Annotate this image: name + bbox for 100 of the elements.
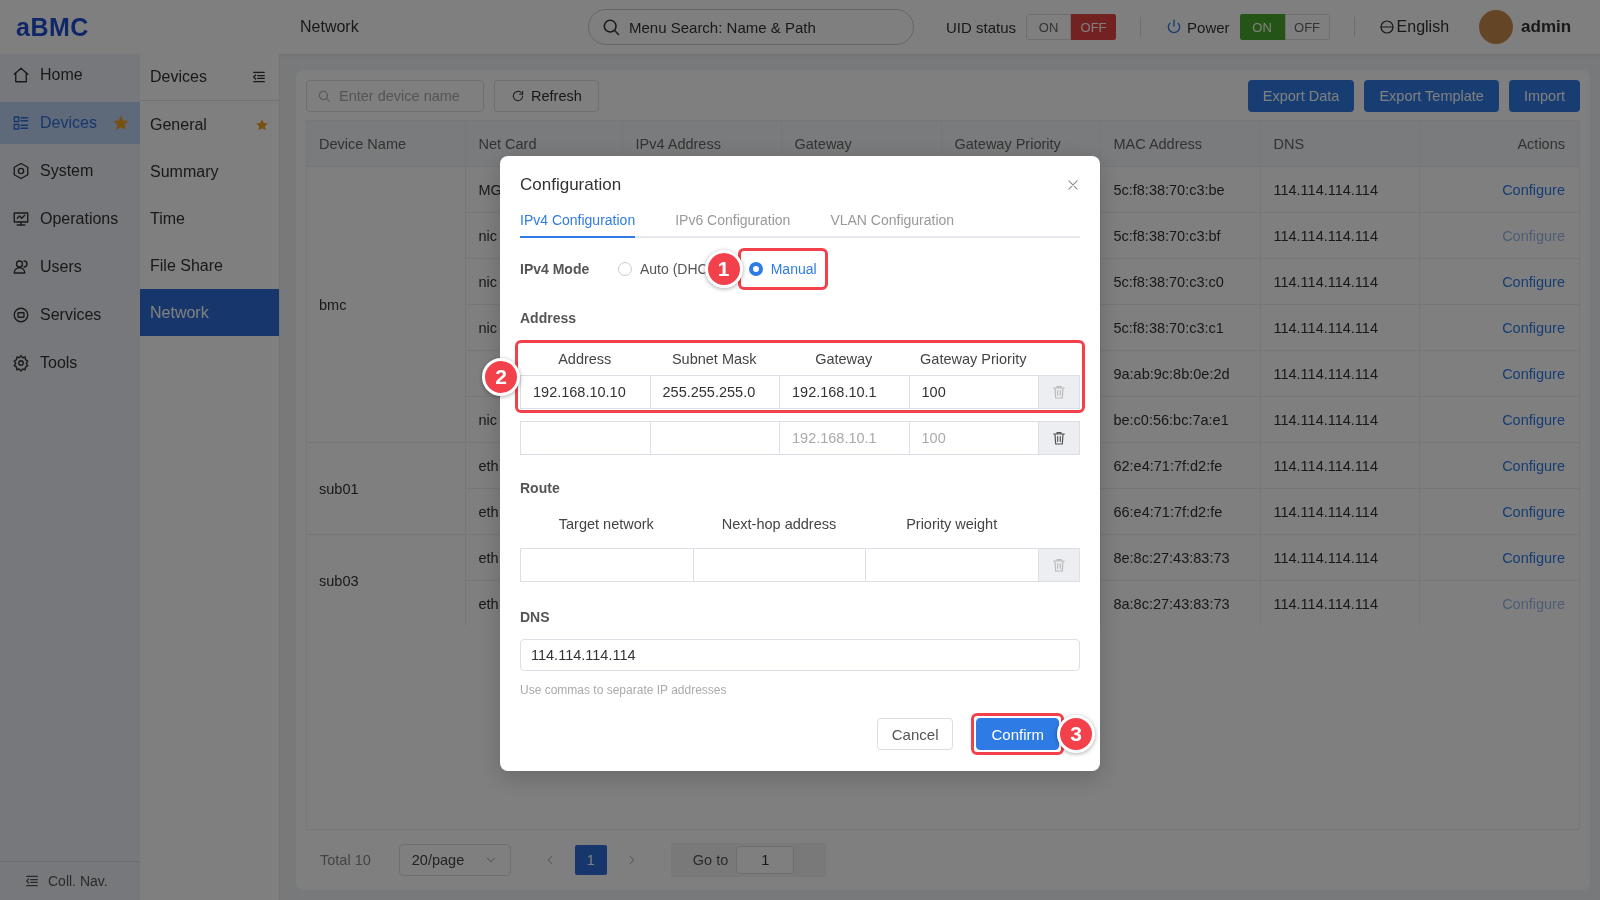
table-cell: 114.114.114.114 (1260, 166, 1420, 213)
subnav-item[interactable]: General (140, 101, 279, 148)
page-number[interactable]: 1 (574, 845, 607, 875)
search-icon (601, 17, 621, 37)
toggle-option[interactable]: OFF (1284, 14, 1330, 40)
nav-item[interactable]: System (0, 150, 140, 192)
column-header: Priority weight (905, 515, 999, 534)
trash-icon (1051, 430, 1067, 446)
configure-link[interactable]: Configure (1502, 181, 1565, 198)
table-cell: bmc (307, 166, 466, 443)
nav-icon (12, 258, 30, 276)
toggle-option[interactable]: OFF (1071, 14, 1117, 40)
input-field[interactable]: 192.168.10.1 (779, 375, 910, 409)
configure-link[interactable]: Configure (1502, 365, 1565, 382)
nav-icon (12, 354, 30, 372)
table-cell: sub01 (307, 442, 466, 535)
configure-link[interactable]: Configure (1502, 549, 1565, 566)
configure-link[interactable]: Configure (1502, 457, 1565, 474)
dialog-tab[interactable]: IPv4 Configuration (520, 208, 636, 238)
column-header: MAC Address (1100, 121, 1261, 167)
subnav-item[interactable]: File Share (140, 242, 279, 289)
table-cell: 114.114.114.114 (1260, 350, 1420, 397)
page-title: Network (300, 18, 360, 36)
input-field[interactable]: 100 (908, 375, 1039, 409)
table-cell: 114.114.114.114 (1260, 534, 1420, 581)
table-cell: sub03 (307, 534, 466, 626)
dialog-tab[interactable]: IPv6 Configuration (675, 208, 791, 238)
nav-item[interactable]: Services (0, 294, 140, 336)
nav-item[interactable]: Tools (0, 342, 140, 384)
subnav-item[interactable]: Time (140, 195, 279, 242)
input-field[interactable]: 192.168.10.1 (779, 421, 910, 455)
input-field[interactable] (520, 548, 694, 582)
table-cell: 114.114.114.114 (1260, 212, 1420, 259)
subnav-item[interactable]: Network (140, 289, 279, 336)
dns-field[interactable]: 114.114.114.114 (520, 639, 1080, 671)
nav-item[interactable]: Devices (0, 102, 140, 144)
toggle-label: UID status (946, 18, 1017, 36)
column-header: Next-hop address (720, 515, 838, 534)
table-cell: 114.114.114.114 (1260, 580, 1420, 626)
table-cell: 114.114.114.114 (1260, 396, 1420, 443)
globe-icon (1378, 19, 1395, 35)
column-header: Subnet Mask (670, 350, 758, 369)
configure-link[interactable]: Configure (1502, 503, 1565, 520)
input-field[interactable]: 100 (908, 421, 1039, 455)
toolbar-button[interactable]: Import (1508, 80, 1580, 112)
page-size-select[interactable]: 20/page (398, 844, 511, 876)
configure-link[interactable]: Configure (1502, 319, 1565, 336)
page-input[interactable]: 1 (736, 846, 795, 874)
nav-item[interactable]: Home (0, 54, 140, 96)
nav-icon (12, 162, 30, 180)
radio-option[interactable]: Manual (742, 253, 823, 285)
refresh-icon (511, 89, 525, 103)
column-header: Address (557, 350, 613, 369)
configure-link[interactable]: Configure (1502, 411, 1565, 428)
language-label[interactable]: English (1396, 18, 1450, 36)
nav-icon (12, 306, 30, 324)
input-field[interactable]: 255.255.255.0 (649, 375, 780, 409)
hint-text: Use commas to separate IP addresses (520, 683, 728, 697)
collapse-icon (24, 873, 40, 889)
input-field[interactable] (520, 421, 651, 455)
nav-icon (12, 66, 30, 84)
refresh-button[interactable]: Refresh (494, 80, 599, 112)
toggle-option[interactable]: ON (1026, 14, 1072, 40)
total-count: Total 10 (320, 852, 371, 868)
section-title: DNS (520, 609, 551, 625)
input-field[interactable] (865, 548, 1039, 582)
column-header: Gateway (814, 350, 874, 369)
column-header: Actions (1419, 121, 1579, 167)
avatar[interactable] (1479, 10, 1514, 44)
search-icon (317, 89, 331, 103)
section-title: Address (520, 310, 578, 326)
subnav-item[interactable]: Summary (140, 148, 279, 195)
column-header: Gateway Priority (919, 350, 1028, 369)
logo: aBMC (16, 12, 90, 42)
dialog-title: Configuration (520, 175, 622, 195)
input-field[interactable]: 192.168.10.10 (520, 375, 651, 409)
cancel-button[interactable]: Cancel (876, 718, 954, 750)
confirm-button[interactable]: Confirm (976, 718, 1059, 750)
dialog-tab[interactable]: VLAN Configuration (830, 208, 955, 238)
user-name[interactable]: admin (1521, 17, 1572, 37)
toolbar-button[interactable]: Export Data (1247, 80, 1355, 112)
callout-badge: 1 (704, 250, 743, 288)
nav-icon (12, 210, 30, 228)
table-cell: 114.114.114.114 (1260, 258, 1420, 305)
toolbar-button[interactable]: Export Template (1364, 80, 1499, 112)
input-field[interactable] (649, 421, 780, 455)
toggle-option[interactable]: ON (1239, 14, 1285, 40)
nav-item[interactable]: Users (0, 246, 140, 288)
nav-item[interactable]: Operations (0, 198, 140, 240)
table-cell: 114.114.114.114 (1260, 488, 1420, 535)
toggle-label: Power (1187, 18, 1230, 36)
close-icon[interactable] (1066, 178, 1080, 192)
trash-icon (1051, 384, 1067, 400)
configure-link[interactable]: Configure (1502, 273, 1565, 290)
nav-icon (12, 114, 30, 132)
table-cell: 114.114.114.114 (1260, 442, 1420, 489)
delete-button[interactable] (1038, 421, 1080, 455)
input-field[interactable] (692, 548, 867, 582)
field-label: IPv4 Mode (520, 261, 591, 277)
collapse-icon (251, 69, 267, 85)
